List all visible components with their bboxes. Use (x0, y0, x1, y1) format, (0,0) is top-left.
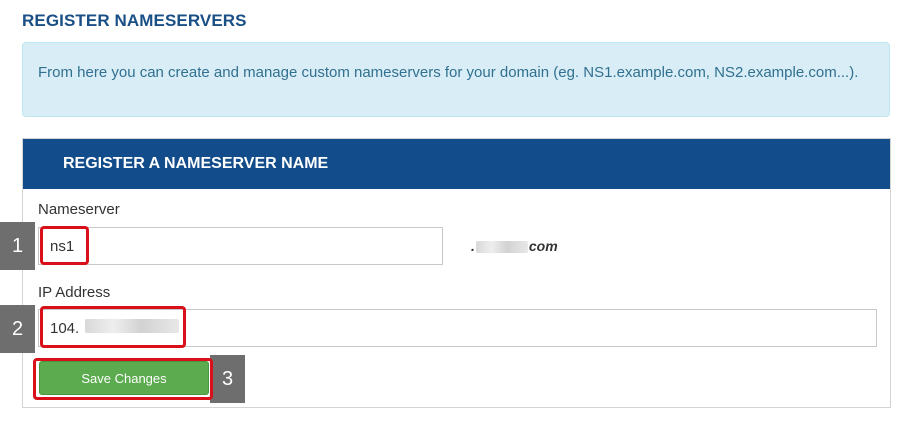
step-badge-2: 2 (0, 305, 35, 353)
save-changes-button[interactable]: Save Changes (39, 361, 209, 395)
ip-address-label: IP Address (38, 284, 111, 301)
panel-header: REGISTER A NAMESERVER NAME (23, 139, 890, 189)
redacted-ip-blur (85, 319, 179, 333)
info-alert: From here you can create and manage cust… (22, 42, 890, 117)
domain-suffix-dot: . (471, 238, 475, 254)
info-text: From here you can create and manage cust… (38, 64, 859, 81)
domain-suffix: . com (471, 238, 558, 254)
redacted-domain-blur (475, 241, 528, 254)
nameserver-label: Nameserver (38, 201, 120, 218)
step-badge-3: 3 (210, 355, 245, 403)
domain-suffix-tld: com (528, 238, 558, 254)
page-title: REGISTER NAMESERVERS (22, 11, 247, 30)
nameserver-input[interactable] (38, 227, 443, 265)
panel-title: REGISTER A NAMESERVER NAME (63, 155, 329, 172)
register-nameserver-panel: REGISTER A NAMESERVER NAME Nameserver . c… (22, 138, 891, 408)
step-badge-1: 1 (0, 222, 35, 270)
